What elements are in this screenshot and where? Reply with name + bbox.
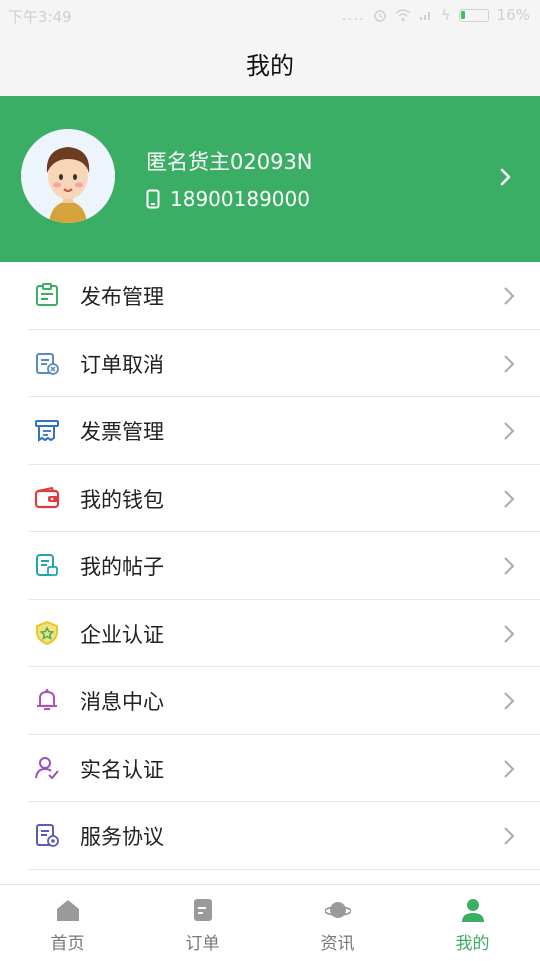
chevron-right-icon xyxy=(504,489,515,508)
page-title: 我的 xyxy=(246,51,294,80)
nav-label: 首页 xyxy=(50,934,85,954)
planet-icon xyxy=(324,902,351,918)
nav-label: 我的 xyxy=(455,934,490,954)
menu-item-service-agreement[interactable]: 服务协议 xyxy=(28,802,540,870)
nav-label: 订单 xyxy=(185,934,220,954)
agreement-icon xyxy=(36,824,59,847)
chevron-right-icon[interactable] xyxy=(494,166,516,188)
charging-icon: ϟ xyxy=(440,6,451,24)
order-cancel-icon xyxy=(36,352,59,375)
signal-dots: .... xyxy=(341,6,365,24)
chevron-right-icon xyxy=(504,287,515,305)
person-icon xyxy=(461,899,484,922)
alarm-icon xyxy=(374,10,386,22)
menu-item-label: 发票管理 xyxy=(80,420,164,444)
menu-item-enterprise-verification[interactable]: 企业认证 xyxy=(28,600,540,667)
status-time: 下午3:49 xyxy=(8,8,72,26)
user-phone: 18900189000 xyxy=(170,187,310,211)
chevron-right-icon xyxy=(504,827,515,845)
user-name: 匿名货主02093N xyxy=(146,150,313,174)
chevron-right-icon xyxy=(504,759,515,778)
nav-home[interactable]: 首页 xyxy=(0,885,135,961)
shield-badge-icon xyxy=(36,620,58,645)
clipboard-icon xyxy=(36,283,58,306)
nav-news[interactable]: 资讯 xyxy=(270,885,405,961)
menu-item-label: 企业认证 xyxy=(80,622,164,647)
phone-icon xyxy=(146,189,160,209)
status-bar: 下午3:49 .... ϟ 16% xyxy=(0,0,540,30)
profile-card[interactable]: 匿名货主02093N 18900189000 xyxy=(0,96,540,262)
cell-signal-icon xyxy=(419,12,430,20)
chevron-right-icon xyxy=(504,422,515,440)
order-icon xyxy=(193,899,212,921)
wifi-icon xyxy=(395,8,411,21)
menu-item-label: 发布管理 xyxy=(80,285,164,309)
page-header: 我的 xyxy=(0,30,540,96)
menu-list: 发布管理 订单取消 发票管理 我的钱包 我的帖子 企业认证 消息中心 实名认证 xyxy=(0,262,540,870)
menu-item-my-posts[interactable]: 我的帖子 xyxy=(28,532,540,600)
chevron-right-icon xyxy=(504,624,515,643)
menu-item-label: 订单取消 xyxy=(80,352,164,377)
battery-icon xyxy=(458,8,489,22)
nav-mine[interactable]: 我的 xyxy=(405,885,540,961)
nav-label: 资讯 xyxy=(320,934,355,954)
user-verify-icon xyxy=(35,756,59,779)
menu-item-order-cancel[interactable]: 订单取消 xyxy=(28,330,540,397)
menu-item-publish-management[interactable]: 发布管理 xyxy=(28,262,540,330)
wallet-icon xyxy=(34,486,60,508)
post-icon xyxy=(36,554,58,576)
bottom-nav: 首页 订单 资讯 我的 xyxy=(0,884,540,961)
menu-item-message-center[interactable]: 消息中心 xyxy=(28,667,540,735)
menu-item-my-wallet[interactable]: 我的钱包 xyxy=(28,465,540,532)
menu-item-label: 我的钱包 xyxy=(80,487,164,512)
chevron-right-icon xyxy=(504,557,515,575)
chevron-right-icon xyxy=(504,354,515,373)
menu-item-label: 消息中心 xyxy=(80,690,164,714)
menu-item-invoice-management[interactable]: 发票管理 xyxy=(28,397,540,465)
chevron-right-icon xyxy=(504,692,515,710)
home-icon xyxy=(56,900,79,921)
bell-icon xyxy=(37,689,57,710)
menu-item-real-name-verification[interactable]: 实名认证 xyxy=(28,735,540,802)
menu-item-label: 实名认证 xyxy=(80,757,164,782)
menu-item-label: 服务协议 xyxy=(80,825,164,849)
avatar-illustration xyxy=(21,129,115,223)
menu-item-label: 我的帖子 xyxy=(80,555,164,579)
battery-level: 16% xyxy=(496,6,530,24)
nav-orders[interactable]: 订单 xyxy=(135,885,270,961)
invoice-icon xyxy=(35,420,59,442)
avatar[interactable] xyxy=(21,129,115,223)
